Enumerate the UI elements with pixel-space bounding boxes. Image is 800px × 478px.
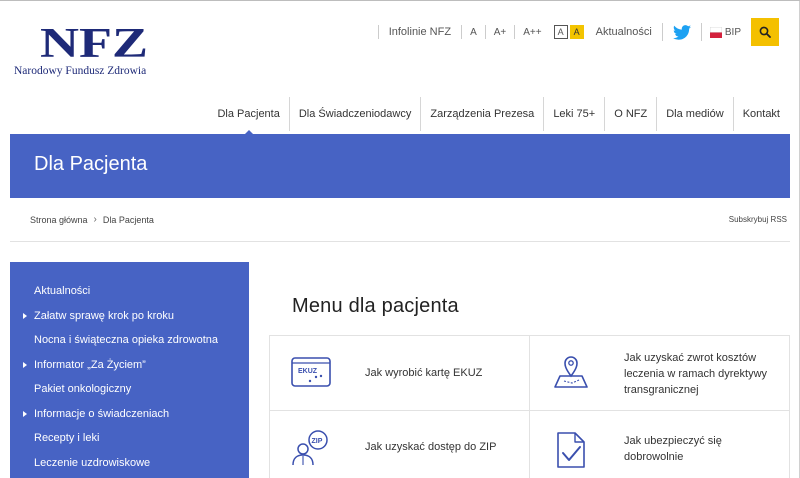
tile-ubezpieczenie-dobrowolne[interactable]: Jak ubezpieczyć się dobrowolnie [530, 411, 790, 478]
nav-item-dla-swiadczeniodawcy[interactable]: Dla Świadczeniodawcy [288, 97, 421, 131]
expand-arrow-icon [23, 312, 27, 319]
nav-item-kontakt[interactable]: Kontakt [732, 97, 789, 131]
breadcrumb-separator-icon: › [93, 214, 97, 225]
divider [10, 241, 790, 242]
sidebar-item-label: Informator „Za Życiem” [34, 358, 146, 371]
svg-text:NFZ: NFZ [40, 21, 148, 63]
nav-item-o-nfz[interactable]: O NFZ [604, 97, 656, 131]
sidebar-item-label: Aktualności [34, 285, 91, 298]
sidebar-item-informator-za-zyciem[interactable]: Informator „Za Życiem” [10, 353, 249, 378]
breadcrumb-current: Dla Pacjenta [102, 214, 154, 225]
sidebar-item-nocna-opieka[interactable]: Nocna i świąteczna opieka zdrowotna [10, 328, 249, 353]
sidebar-item-label: Pakiet onkologiczny [34, 383, 132, 396]
news-link[interactable]: Aktualności [584, 26, 662, 38]
sidebar-item-label: Informacje o świadczeniach [34, 407, 170, 420]
contrast-default-button[interactable]: A [553, 25, 568, 39]
map-pin-icon [554, 356, 588, 388]
font-size-xlarge-button[interactable]: A++ [515, 27, 549, 38]
nfz-logo-mark-icon: NFZ [40, 21, 148, 63]
search-button[interactable] [751, 18, 779, 46]
bip-flag-icon [709, 26, 722, 38]
tile-label: Jak uzyskać dostęp do ZIP [365, 441, 497, 453]
nav-item-dla-mediow[interactable]: Dla mediów [656, 97, 732, 131]
sidebar-item-label: Recepty i leki [34, 432, 100, 445]
sidebar-menu: Aktualności Załatw sprawę krok po kroku … [10, 262, 249, 478]
document-check-icon [557, 432, 585, 468]
sidebar-item-leczenie-uzdrowiskowe[interactable]: Leczenie uzdrowiskowe [10, 451, 249, 476]
tile-label: Jak uzyskać zwrot kosztów leczenia w ram… [624, 352, 768, 396]
infoline-link[interactable]: Infolinie NFZ [379, 26, 461, 38]
main-nav: Dla Pacjenta Dla Świadczeniodawcy Zarząd… [208, 97, 789, 135]
tile-label: Jak wyrobić kartę EKUZ [365, 367, 483, 379]
font-size-large-button[interactable]: A+ [486, 27, 515, 38]
tile-label: Jak ubezpieczyć się dobrowolnie [624, 435, 722, 463]
nav-item-dla-pacjenta[interactable]: Dla Pacjenta [208, 97, 288, 135]
breadcrumb: Strona główna › Dla Pacjenta [30, 214, 154, 225]
twitter-link[interactable] [663, 24, 701, 40]
patient-menu-grid: EKUZ Jak wyrobić kartę EKUZ Jak uzyskać … [269, 335, 790, 478]
tile-zip[interactable]: ZIP Jak uzyskać dostęp do ZIP [270, 411, 530, 478]
breadcrumb-home-link[interactable]: Strona główna [30, 215, 88, 225]
sidebar-item-informacje-o-swiadczeniach[interactable]: Informacje o świadczeniach [10, 402, 249, 427]
sidebar-item-label: Nocna i świąteczna opieka zdrowotna [34, 334, 219, 347]
font-size-normal-button[interactable]: A [462, 27, 485, 38]
contrast-high-button[interactable]: A [569, 25, 584, 39]
sidebar-item-pakiet-onkologiczny[interactable]: Pakiet onkologiczny [10, 377, 249, 402]
expand-arrow-icon [23, 410, 27, 417]
search-icon [759, 26, 771, 38]
sidebar-item-label: Załatw sprawę krok po kroku [34, 309, 174, 322]
page-banner: Dla Pacjenta [10, 134, 790, 198]
expand-arrow-icon [23, 361, 27, 368]
bip-link[interactable]: BIP [702, 26, 749, 38]
nav-item-leki-75[interactable]: Leki 75+ [543, 97, 604, 131]
ekuz-card-icon: EKUZ [291, 357, 331, 387]
zip-user-icon: ZIP [292, 430, 328, 466]
twitter-icon [672, 24, 691, 40]
sidebar-item-zalatw-sprawe[interactable]: Załatw sprawę krok po kroku [10, 304, 249, 329]
nfz-logo[interactable]: NFZ Narodowy Fundusz Zdrowia [14, 19, 164, 77]
svg-text:ZIP: ZIP [312, 438, 323, 445]
bip-label: BIP [724, 26, 741, 38]
sidebar-item-label: Leczenie uzdrowiskowe [34, 456, 151, 469]
svg-text:EKUZ: EKUZ [298, 368, 318, 375]
page: NFZ Narodowy Fundusz Zdrowia Infolinie N… [0, 1, 800, 478]
sidebar-item-aktualnosci[interactable]: Aktualności [10, 279, 249, 304]
content-heading: Menu dla pacjenta [292, 295, 459, 317]
page-title: Dla Pacjenta [34, 153, 148, 175]
tile-transgraniczna[interactable]: Jak uzyskać zwrot kosztów leczenia w ram… [530, 336, 790, 411]
rss-subscribe-link[interactable]: Subskrybuj RSS [729, 215, 787, 224]
sidebar-item-recepty-i-leki[interactable]: Recepty i leki [10, 426, 249, 451]
nav-item-zarzadzenia-prezesa[interactable]: Zarządzenia Prezesa [420, 97, 543, 131]
logo-text: Narodowy Fundusz Zdrowia [14, 65, 147, 77]
tile-ekuz[interactable]: EKUZ Jak wyrobić kartę EKUZ [270, 336, 530, 411]
utility-bar: Infolinie NFZ A A+ A++ A A Aktualności B… [377, 15, 779, 49]
